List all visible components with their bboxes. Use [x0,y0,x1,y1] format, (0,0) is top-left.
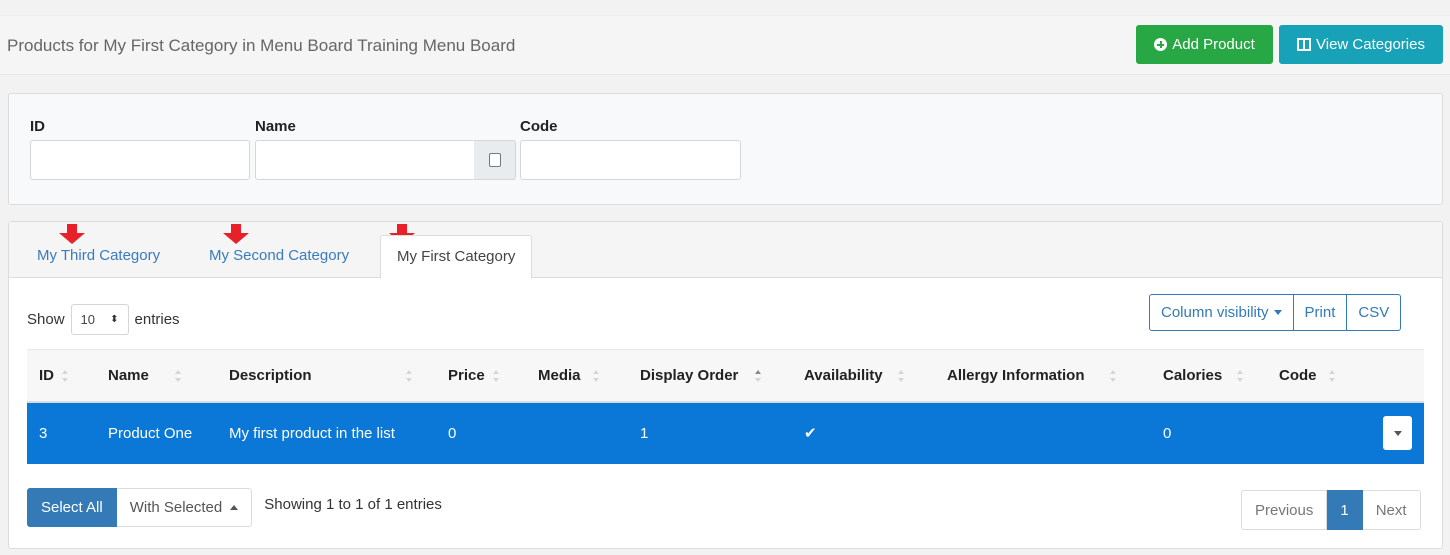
cell-price: 0 [448,424,457,442]
add-product-label: Add Product [1172,36,1255,53]
top-band [0,0,1450,15]
cell-name: Product One [108,424,193,442]
page-length-select[interactable]: 10 ⬍ [70,304,129,335]
column-header-media[interactable]: Media [526,350,628,402]
column-label: Media [538,366,581,384]
table-row[interactable]: 3 Product One My first product in the li… [27,401,1424,464]
products-table: ID Name Description Price Media Display … [27,349,1424,464]
code-filter-input[interactable] [520,140,741,180]
sort-icon [1109,369,1116,382]
entries-label: entries [134,311,180,328]
cell-id: 3 [39,424,48,442]
annotation-arrow-icon [223,224,249,244]
products-table-wrap: ID Name Description Price Media Display … [27,349,1424,464]
with-selected-label: With Selected [129,499,223,516]
sort-icon [405,369,412,382]
columns-icon [1297,38,1312,51]
cell-display-order: 1 [640,424,649,442]
cell-calories: 0 [1163,424,1172,442]
column-header-code[interactable]: Code [1267,350,1424,402]
cell-media [526,402,628,464]
view-categories-label: View Categories [1316,36,1425,53]
column-label: ID [39,366,54,384]
sort-asc-icon [755,369,762,382]
category-tabs: My Third Category My Second Category My … [9,222,1442,279]
sort-icon [592,369,599,382]
column-header-display-order[interactable]: Display Order [628,350,792,402]
column-header-calories[interactable]: Calories [1151,350,1267,402]
table-footer-left: Select All With Selected Showing 1 to 1 … [27,488,442,527]
name-exact-checkbox[interactable] [488,153,501,167]
caret-up-icon [230,505,239,510]
sort-icon [1328,369,1335,382]
column-label: Name [108,366,149,384]
availability-check-icon: ✔ [804,425,817,442]
column-visibility-button[interactable]: Column visibility [1149,294,1294,331]
column-header-description[interactable]: Description [217,350,436,402]
caret-down-icon [1273,310,1282,315]
filter-panel: ID Name Code [8,93,1443,205]
table-header-row: ID Name Description Price Media Display … [27,349,1424,402]
select-all-button[interactable]: Select All [27,488,117,527]
column-label: Code [1279,366,1317,384]
pagination: Previous 1 Next [1241,490,1421,530]
print-button[interactable]: Print [1293,294,1348,331]
column-header-allergy-information[interactable]: Allergy Information [935,350,1151,402]
export-button-group: Column visibility Print CSV [1149,294,1402,331]
view-categories-button[interactable]: View Categories [1279,25,1443,64]
row-actions-button[interactable] [1383,416,1412,450]
plus-circle-icon [1154,38,1168,51]
page-title: Products for My First Category in Menu B… [7,36,516,55]
column-header-name[interactable]: Name [96,350,217,402]
csv-button[interactable]: CSV [1347,294,1402,331]
show-label: Show [27,311,65,328]
column-label: Display Order [640,366,739,384]
column-label: Calories [1163,366,1223,384]
table-info: Showing 1 to 1 of 1 entries [264,496,442,513]
column-label: Allergy Information [947,366,1085,384]
tab-my-first-category[interactable]: My First Category [380,235,533,279]
sort-icon [897,369,904,382]
annotation-arrow-icon [59,224,85,244]
column-header-availability[interactable]: Availability [792,350,935,402]
page-length-value: 10 [80,312,95,327]
previous-page-button[interactable]: Previous [1241,490,1328,530]
cell-description: My first product in the list [229,424,395,442]
column-label: Availability [804,366,883,384]
with-selected-button[interactable]: With Selected [116,488,253,527]
name-filter-label: Name [255,118,296,135]
next-page-button[interactable]: Next [1362,490,1421,530]
column-header-id[interactable]: ID [27,350,96,402]
sort-icon [1237,369,1244,382]
page-length-control: Show 10 ⬍ entries [27,304,180,335]
column-header-price[interactable]: Price [436,350,526,402]
id-filter-input[interactable] [30,140,250,180]
column-label: Description [229,366,312,384]
updown-icon: ⬍ [110,313,119,325]
page-header: Products for My First Category in Menu B… [0,15,1450,75]
page-1-button[interactable]: 1 [1327,490,1363,530]
name-filter-addon [474,140,516,180]
name-filter-input[interactable] [255,140,475,180]
products-card: My Third Category My Second Category My … [8,221,1443,549]
sort-icon [62,369,68,382]
id-filter-label: ID [30,118,45,135]
column-visibility-label: Column visibility [1161,304,1269,321]
cell-code [1267,402,1424,464]
caret-down-icon [1393,430,1402,436]
code-filter-label: Code [520,118,558,135]
sort-icon [174,369,181,382]
sort-icon [492,369,499,382]
column-label: Price [448,366,485,384]
tab-my-third-category[interactable]: My Third Category [37,247,160,264]
add-product-button[interactable]: Add Product [1136,25,1273,64]
tab-my-second-category[interactable]: My Second Category [209,247,349,264]
cell-allergy-information [935,402,1151,464]
